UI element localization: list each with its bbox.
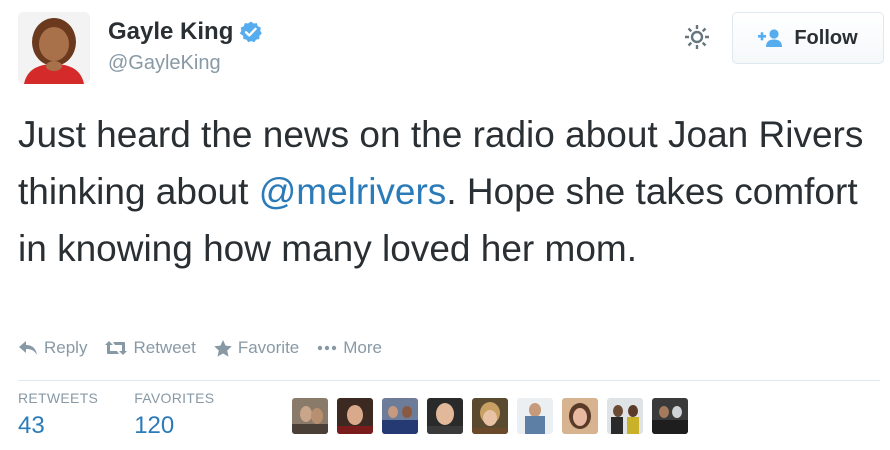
more-dots-icon <box>317 345 337 351</box>
retweets-label: RETWEETS <box>18 390 99 406</box>
retweets-stat[interactable]: RETWEETS 43 <box>18 390 98 440</box>
favorite-label: Favorite <box>237 338 300 357</box>
follow-label: Follow <box>794 26 858 49</box>
favoriter-avatar[interactable] <box>292 398 328 434</box>
more-button[interactable]: More <box>317 338 382 358</box>
favoriter-avatar[interactable] <box>382 398 418 434</box>
avatar[interactable] <box>18 12 90 84</box>
favoriter-avatar[interactable] <box>427 398 463 434</box>
tweet-stats: RETWEETS 43 FAVORITES 120 <box>18 390 214 440</box>
reply-button[interactable]: Reply <box>18 338 87 358</box>
reply-icon <box>18 340 38 356</box>
favoriter-avatar[interactable] <box>562 398 598 434</box>
user-names: Gayle King @GayleKing <box>108 18 263 75</box>
follow-button[interactable]: Follow <box>732 12 884 64</box>
reply-label: Reply <box>44 338 88 357</box>
favoriter-avatar[interactable] <box>472 398 508 434</box>
more-label: More <box>343 338 382 357</box>
favorites-stat[interactable]: FAVORITES 120 <box>134 390 214 440</box>
user-fullname[interactable]: Gayle King <box>108 18 263 46</box>
tweet-text: Just heard the news on the radio about J… <box>18 106 868 277</box>
favoriter-avatar[interactable] <box>337 398 373 434</box>
favoriter-avatar[interactable] <box>607 398 643 434</box>
retweets-count: 43 <box>18 412 45 439</box>
favoriter-avatar[interactable] <box>652 398 688 434</box>
favorites-label: FAVORITES <box>134 390 215 406</box>
favorite-button[interactable]: Favorite <box>214 338 299 358</box>
favorites-count: 120 <box>134 412 175 439</box>
gear-icon[interactable] <box>682 22 712 52</box>
add-user-icon <box>758 28 784 48</box>
retweet-button[interactable]: Retweet <box>105 338 196 358</box>
user-name-text[interactable]: Gayle King <box>108 18 233 46</box>
star-icon <box>214 339 232 357</box>
retweet-icon <box>105 340 128 356</box>
favoriter-avatars <box>292 398 688 434</box>
divider <box>18 380 880 381</box>
tweet-actions: Reply Retweet Favorite More <box>18 338 382 358</box>
verified-badge-icon <box>239 20 263 44</box>
user-handle[interactable]: @GayleKing <box>108 52 263 75</box>
mention-link[interactable]: @melrivers <box>259 171 447 212</box>
favoriter-avatar[interactable] <box>517 398 553 434</box>
tweet-header: Gayle King @GayleKing Follow <box>18 12 884 84</box>
retweet-label: Retweet <box>133 338 196 357</box>
